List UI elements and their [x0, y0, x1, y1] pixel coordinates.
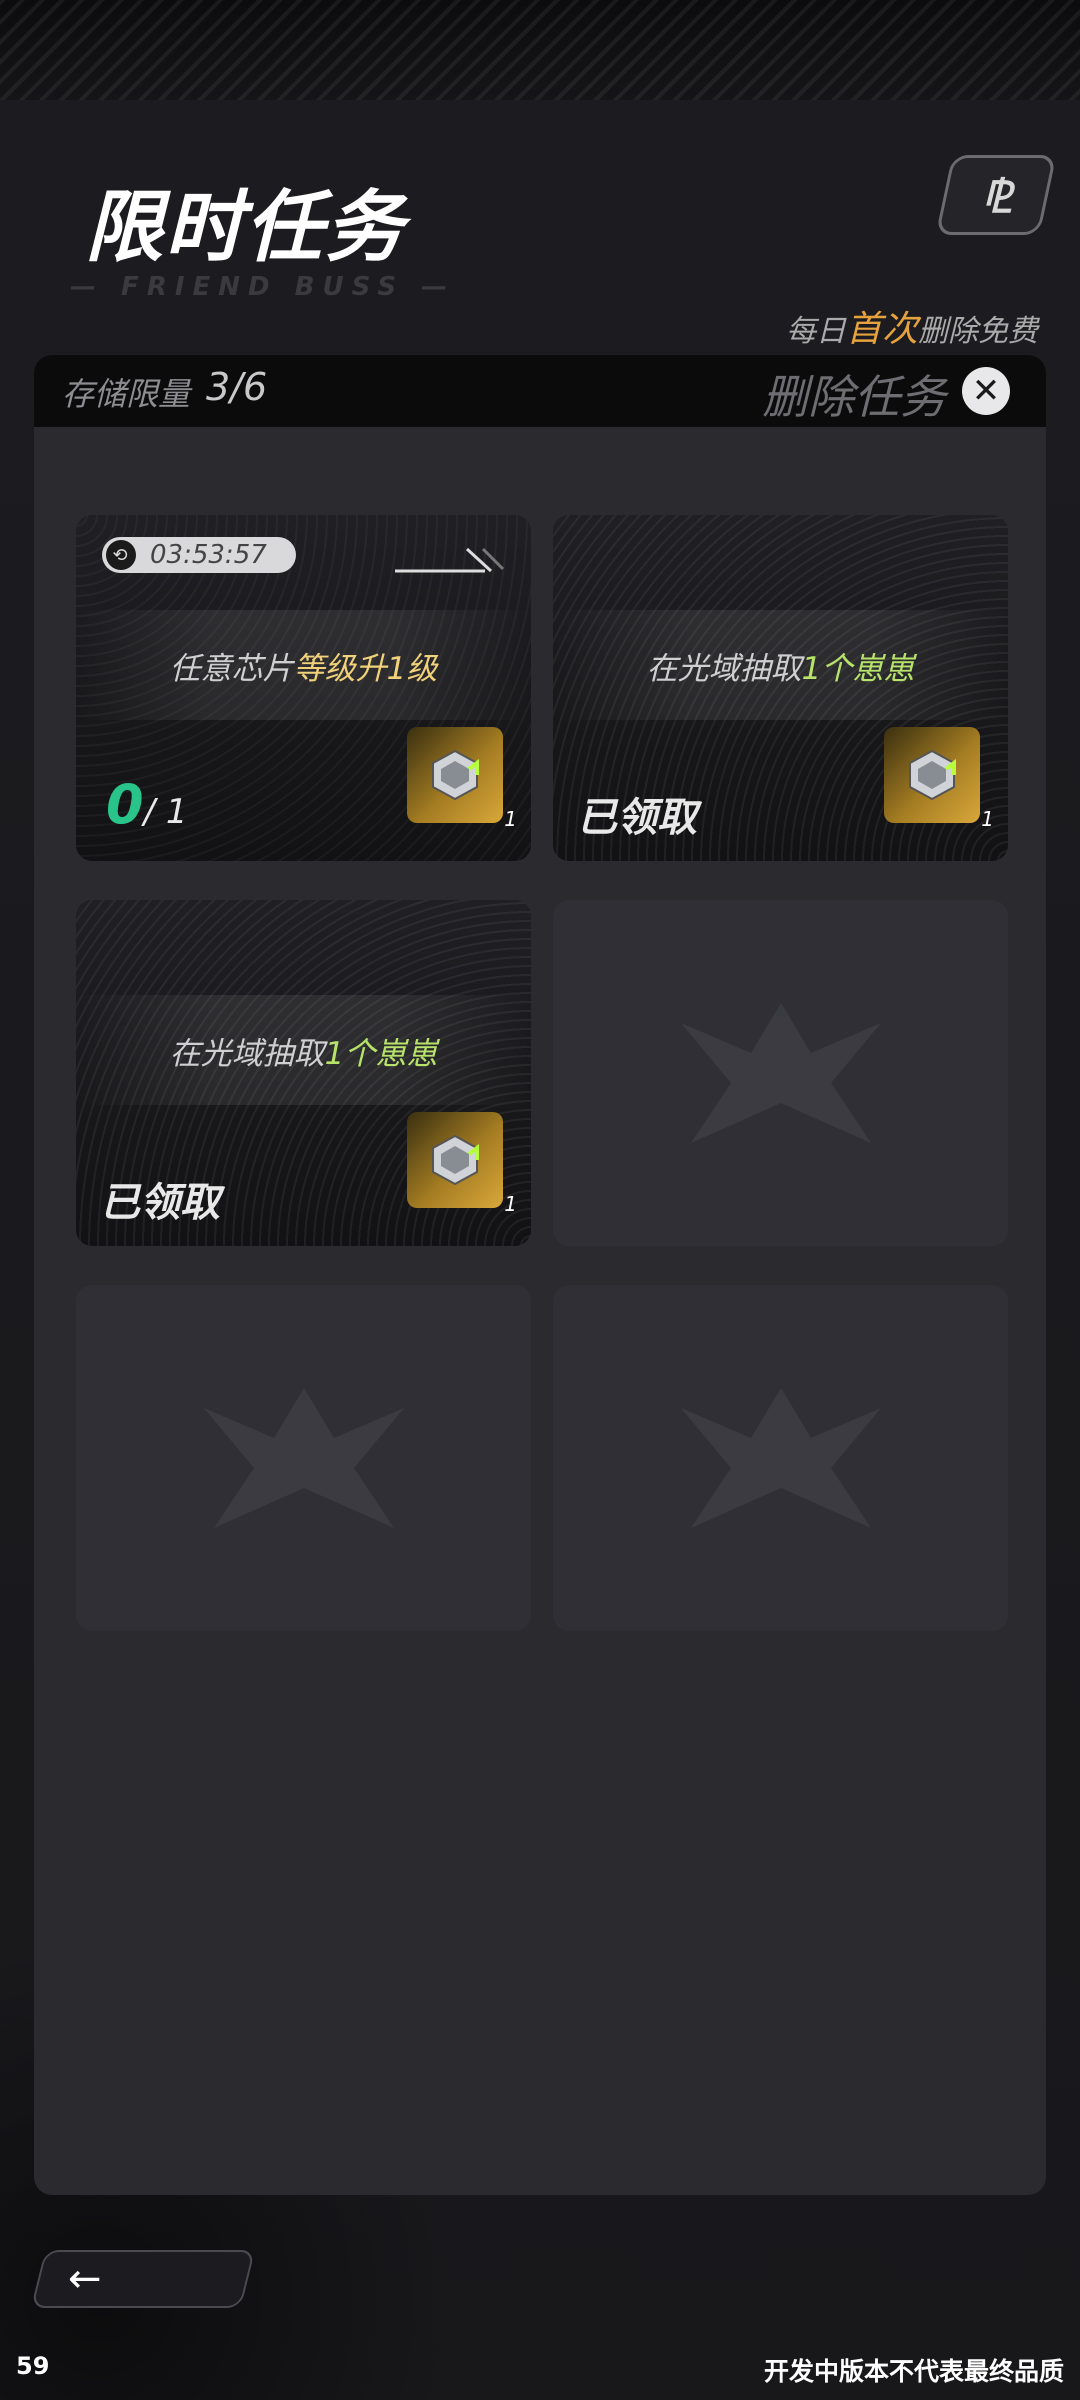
reward-count: 1	[504, 1192, 517, 1216]
page-subtitle: — FRIEND BUSS —	[70, 272, 456, 302]
task-text-highlight: 1个崽崽	[324, 1036, 438, 1072]
task-progress: 0/ 1	[106, 773, 187, 836]
task-description: 在光域抽取1个崽崽	[553, 643, 1008, 688]
reward-count: 1	[981, 807, 994, 831]
task-text-prefix: 在光域抽取	[169, 1036, 325, 1072]
storage-label: 存储限量	[62, 375, 191, 413]
task-text-prefix: 任意芯片	[169, 651, 294, 687]
logo-icon: ⅊	[980, 172, 1012, 223]
emblem-watermark-icon	[680, 1003, 881, 1143]
task-text-highlight: 1个崽崽	[801, 651, 915, 687]
timer-text: 03:53:57	[150, 540, 267, 570]
claimed-status: 已领取	[100, 1180, 220, 1226]
logo-button[interactable]: ⅊	[935, 155, 1057, 235]
arrow-left-icon: ←	[68, 2256, 102, 2302]
task-description: 在光域抽取1个崽崽	[76, 1028, 531, 1073]
page-title: 限时任务	[85, 183, 406, 273]
reward-item[interactable]	[407, 1112, 503, 1208]
reward-count: 1	[504, 807, 517, 831]
storage-value: 3/6	[206, 365, 268, 409]
task-card[interactable]: 在光域抽取1个崽崽 已领取 1	[553, 515, 1008, 861]
close-icon[interactable]: ✕	[962, 367, 1010, 415]
progress-total: / 1	[143, 792, 188, 832]
empty-slot	[553, 1285, 1008, 1631]
panel-header: 存储限量 3/6 删除任务 ✕	[34, 355, 1046, 427]
task-text-prefix: 在光域抽取	[646, 651, 802, 687]
back-button[interactable]: ←	[30, 2250, 256, 2308]
emblem-watermark-icon	[203, 1388, 404, 1528]
empty-slot	[76, 1285, 531, 1631]
delete-task-button[interactable]: 删除任务	[762, 361, 946, 427]
gem-icon	[909, 749, 956, 801]
claimed-status: 已领取	[577, 795, 697, 841]
task-card[interactable]: ⟲ 03:53:57 任意芯片等级升1级 0/ 1 1	[76, 515, 531, 861]
task-description: 任意芯片等级升1级	[76, 643, 531, 688]
daily-note-prefix: 每日	[785, 314, 846, 349]
gem-icon	[432, 1134, 479, 1186]
timer-badge: ⟲ 03:53:57	[102, 537, 296, 573]
emblem-watermark-icon	[680, 1388, 881, 1528]
gem-icon	[432, 749, 479, 801]
fps-counter: 59	[16, 2352, 50, 2380]
progress-current: 0	[106, 773, 144, 836]
daily-free-note: 每日首次删除免费	[786, 300, 1038, 352]
reward-item[interactable]	[407, 727, 503, 823]
top-band	[0, 0, 1080, 100]
dev-disclaimer: 开发中版本不代表最终品质	[763, 2357, 1064, 2386]
clock-icon: ⟲	[106, 540, 136, 570]
task-panel: 存储限量 3/6 删除任务 ✕ ⟲ 03:53:57 任意芯片等级升1级 0/ …	[34, 355, 1046, 2195]
empty-slot	[553, 900, 1008, 1246]
task-card[interactable]: 在光域抽取1个崽崽 已领取 1	[76, 900, 531, 1246]
task-text-highlight: 等级升1级	[293, 651, 438, 687]
reward-item[interactable]	[884, 727, 980, 823]
daily-note-suffix: 删除免费	[918, 314, 1038, 349]
daily-note-highlight: 首次	[845, 309, 918, 350]
slash-decoration	[395, 547, 505, 573]
